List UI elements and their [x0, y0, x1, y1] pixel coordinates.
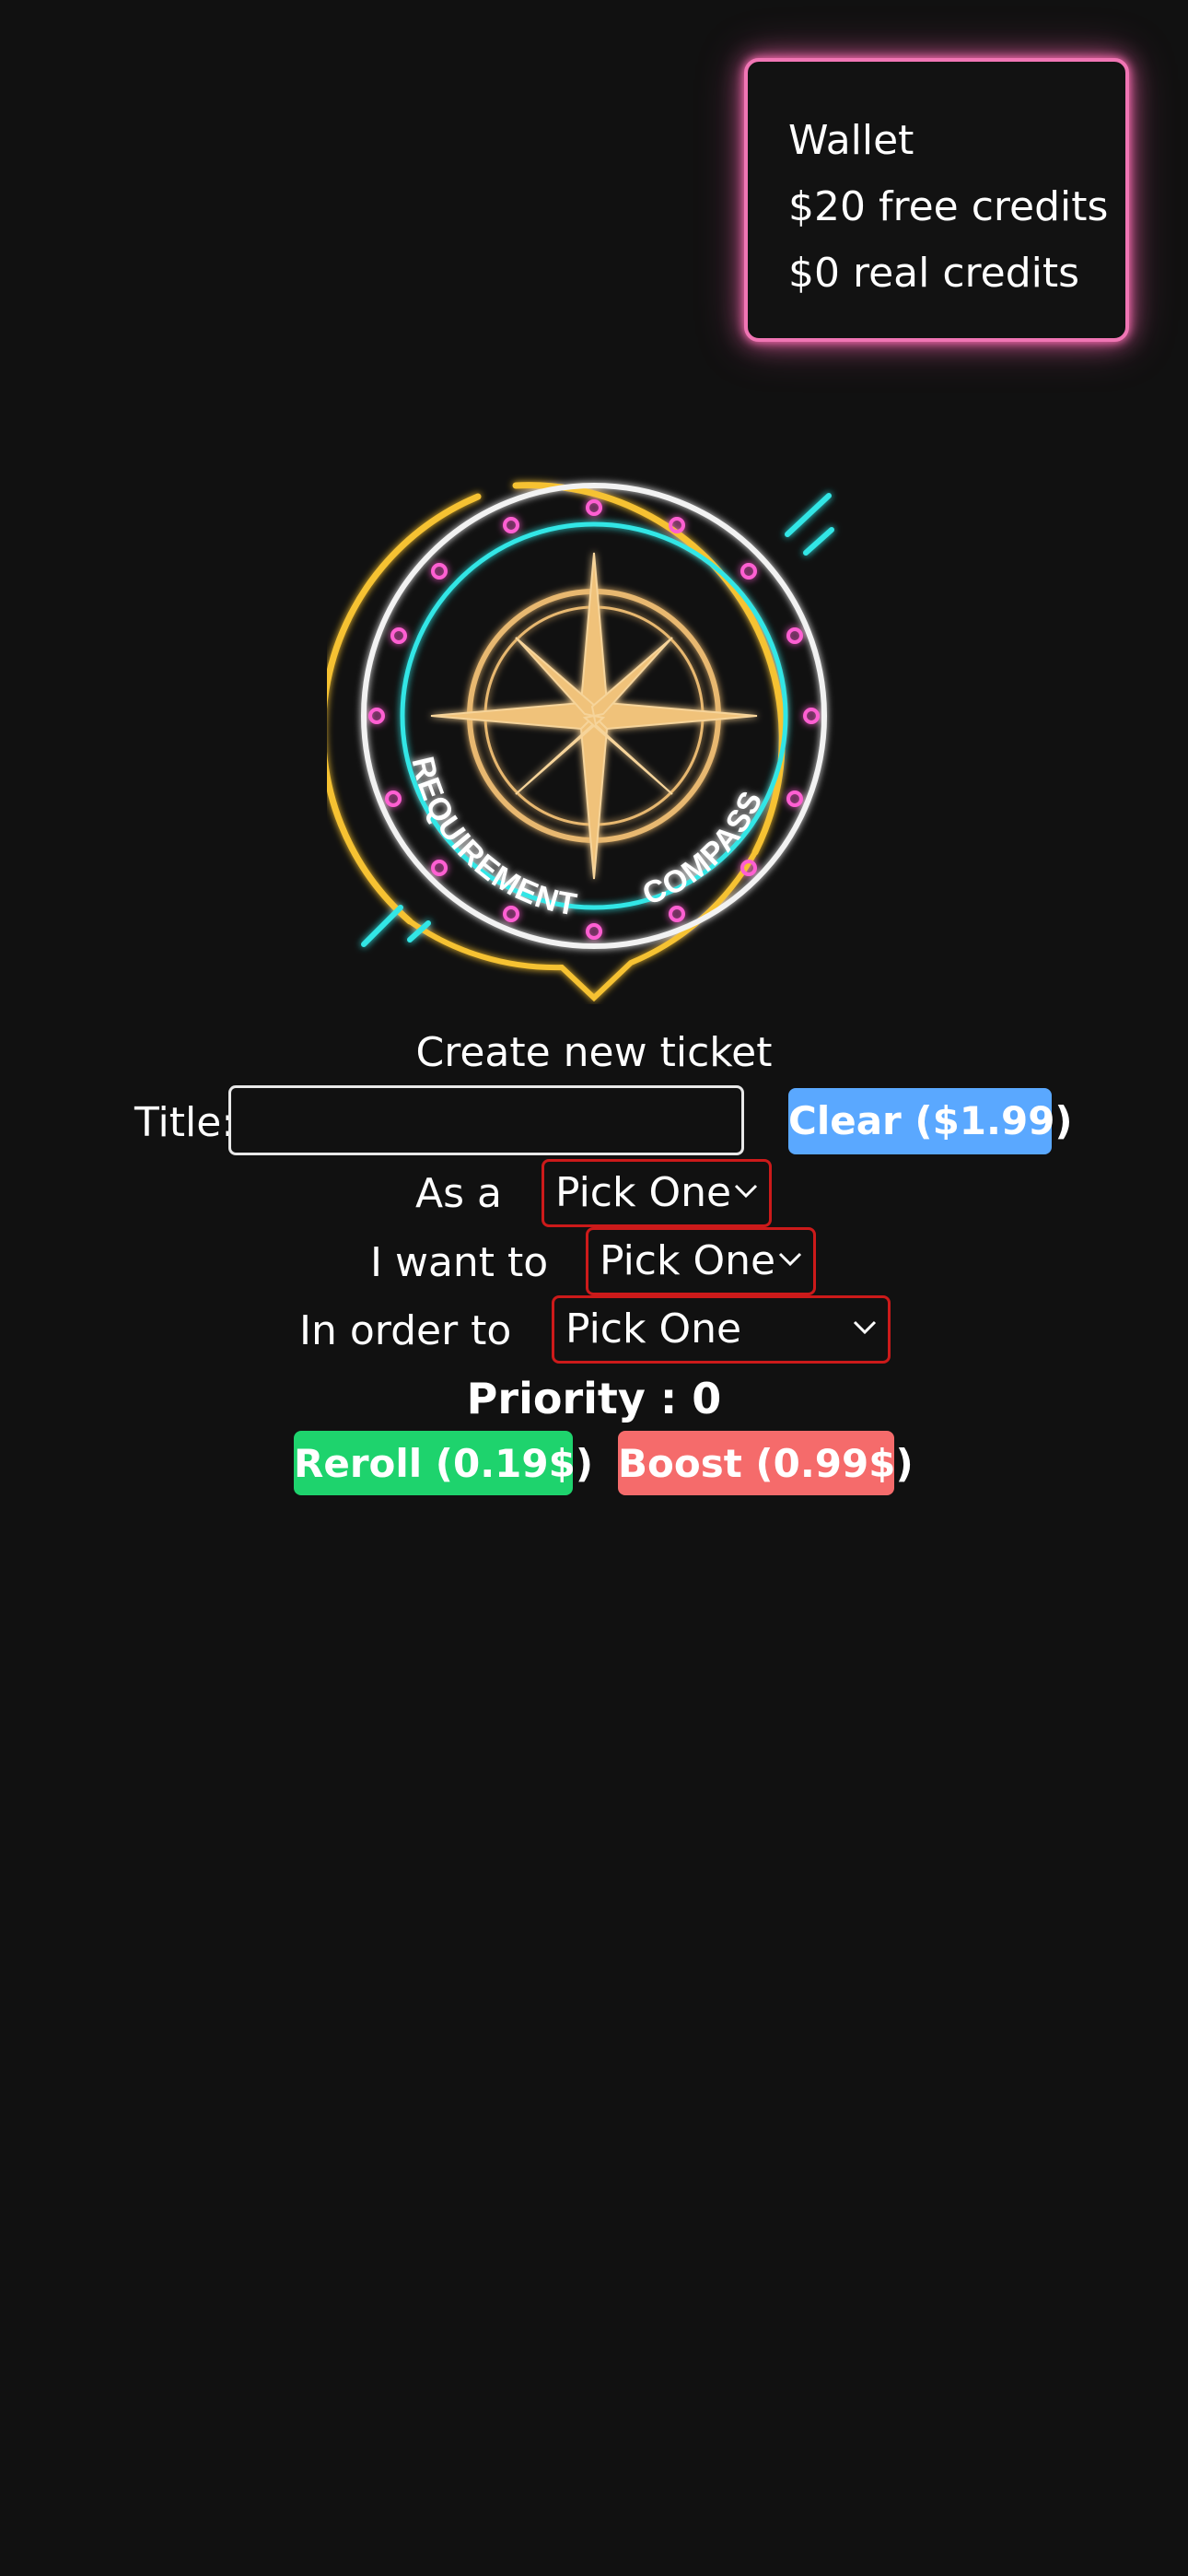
- in-order-to-select[interactable]: Pick One: [552, 1295, 891, 1364]
- form-heading: Create new ticket: [415, 1029, 773, 1076]
- compass-logo-icon: REQUIREMENT COMPASS: [320, 465, 861, 1004]
- title-label: Title:: [134, 1099, 236, 1146]
- svg-text:REQUIREMENT: REQUIREMENT: [404, 754, 580, 923]
- clear-button[interactable]: Clear ($1.99): [788, 1088, 1073, 1154]
- title-input[interactable]: [228, 1085, 744, 1155]
- chevron-down-icon: [778, 1252, 802, 1267]
- i-want-to-select-value: Pick One: [600, 1237, 776, 1284]
- boost-button[interactable]: Boost (0.99$): [618, 1431, 914, 1495]
- wallet-card: Wallet $20 free credits $0 real credits: [744, 58, 1129, 342]
- in-order-to-label: In order to: [299, 1307, 512, 1354]
- i-want-to-select[interactable]: Pick One: [586, 1227, 816, 1295]
- in-order-to-select-value: Pick One: [565, 1306, 742, 1352]
- logo-text-left: REQUIREMENT: [404, 754, 579, 923]
- chevron-down-icon: [734, 1184, 758, 1199]
- reroll-button[interactable]: Reroll (0.19$): [294, 1431, 593, 1495]
- as-a-select-value: Pick One: [555, 1169, 732, 1216]
- i-want-to-label: I want to: [370, 1239, 549, 1286]
- wallet-title: Wallet: [788, 117, 914, 164]
- as-a-select[interactable]: Pick One: [542, 1159, 772, 1227]
- wallet-free-credits: $20 free credits: [788, 183, 1109, 230]
- as-a-label: As a: [415, 1170, 502, 1217]
- priority-display: Priority : 0: [466, 1374, 722, 1423]
- wallet-real-credits: $0 real credits: [788, 250, 1080, 297]
- chevron-down-icon: [853, 1320, 877, 1335]
